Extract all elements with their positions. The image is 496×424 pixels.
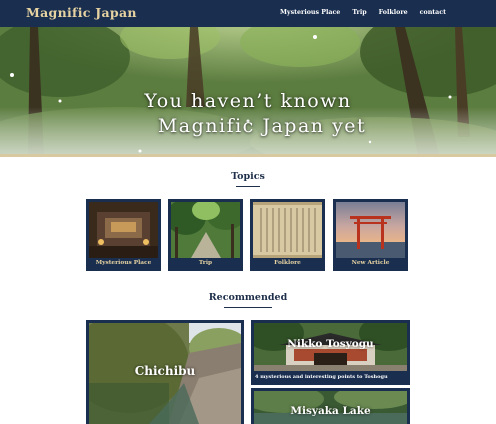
rec-card-misyaka-lake[interactable]: Misyaka Lake: [251, 388, 410, 424]
nav-contact[interactable]: contact: [420, 9, 446, 16]
topic-label-trip: Trip: [198, 260, 213, 266]
topic-thumb-new-article: [336, 202, 405, 258]
topics-heading: Topics: [231, 171, 265, 182]
rec-card-nikko-tosyogu[interactable]: Nikko Tosyogu 4 mysterious and interesti…: [251, 320, 410, 385]
hero-banner: You haven’t known Magnific Japan yet: [0, 27, 496, 157]
topic-card-folklore[interactable]: Folklore: [250, 199, 325, 271]
rec-card-chichibu[interactable]: Chichibu: [86, 320, 244, 424]
topic-label-new-article: New Article: [351, 260, 390, 266]
topic-card-new-article[interactable]: New Article: [333, 199, 408, 271]
nav-mysterious-place[interactable]: Mysterious Place: [280, 9, 340, 16]
topic-card-mysterious-place[interactable]: Mysterious Place: [86, 199, 161, 271]
topic-thumb-mysterious-place: [89, 202, 158, 258]
topic-label-folklore: Folklore: [274, 260, 301, 266]
hero-headline-line2: Magnific Japan yet: [157, 115, 367, 137]
topics-underline: [236, 186, 260, 187]
topic-label-mysterious-place: Mysterious Place: [95, 260, 152, 266]
rec-title-misyaka-lake: Misyaka Lake: [290, 405, 371, 417]
nav-trip[interactable]: Trip: [352, 9, 366, 16]
topic-thumb-folklore: [253, 202, 322, 258]
rec-title-chichibu: Chichibu: [134, 364, 196, 378]
recommended-underline: [224, 307, 272, 308]
topic-thumb-trip: [171, 202, 240, 258]
recommended-heading: Recommended: [208, 292, 288, 303]
rec-title-nikko-tosyogu: Nikko Tosyogu: [287, 338, 374, 350]
site-header: Magnific Japan Mysterious Place Trip Fol…: [0, 0, 496, 27]
topic-card-trip[interactable]: Trip: [168, 199, 243, 271]
nav-folklore[interactable]: Folklore: [379, 9, 408, 16]
rec-subtitle-nikko-tosyogu: 4 mysterious and interesting points to T…: [255, 374, 388, 380]
site-logo[interactable]: Magnific Japan: [26, 5, 137, 20]
main-nav: Mysterious Place Trip Folklore contact: [280, 9, 446, 16]
hero-headline-line1: You haven’t known: [144, 90, 352, 112]
